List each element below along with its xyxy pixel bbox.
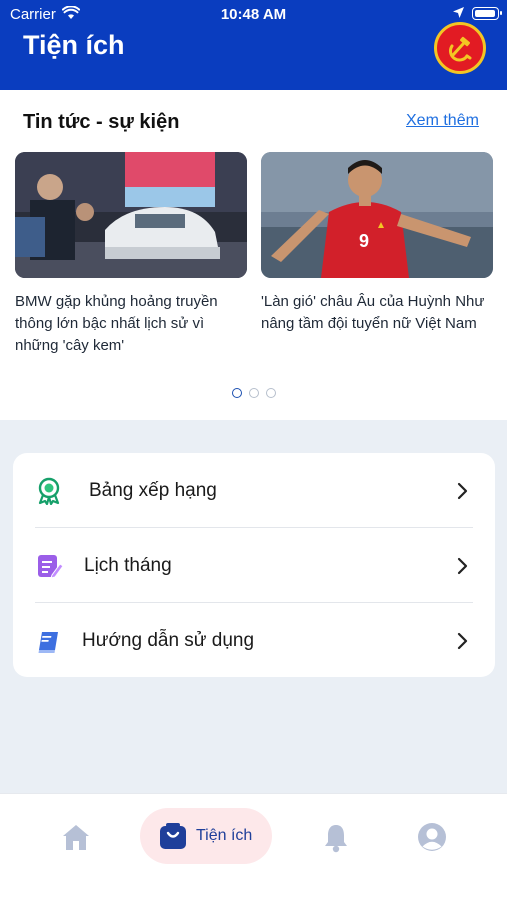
news-thumbnail <box>15 152 247 278</box>
see-more-link[interactable]: Xem thêm <box>406 112 479 130</box>
nav-tab-profile[interactable] <box>417 822 447 857</box>
news-caption: BMW gặp khủng hoảng truyền thông lớn bậc… <box>15 293 218 354</box>
user-icon <box>418 823 446 851</box>
news-card[interactable]: BMW gặp khủng hoảng truyền thông lớn bậc… <box>15 152 247 357</box>
menu-item-label: Lịch tháng <box>84 555 172 576</box>
news-card[interactable]: 9 'Làn gió' châu Âu của Huỳnh Như nâng t… <box>261 152 493 335</box>
bag-icon <box>160 823 186 849</box>
pager-dot[interactable] <box>231 388 242 398</box>
page-title: Tiện ích <box>23 30 125 60</box>
chevron-right-icon <box>451 480 473 502</box>
nav-tab-utilities[interactable]: Tiện ích <box>140 808 272 864</box>
status-bar: Carrier 10:48 AM <box>0 0 507 28</box>
clock: 10:48 AM <box>220 6 287 23</box>
calendar-edit-icon <box>35 552 64 580</box>
utilities-menu: Bảng xếp hạng Lịch tháng Hướng dẫn sử dụ… <box>13 453 495 677</box>
nav-tab-notifications[interactable] <box>322 822 350 859</box>
battery-icon <box>472 7 502 20</box>
pager-dot[interactable] <box>248 388 259 398</box>
location-arrow-icon <box>452 6 465 23</box>
book-icon <box>35 627 63 655</box>
menu-item-user-guide[interactable]: Hướng dẫn sử dụng <box>13 603 495 678</box>
menu-item-label: Bảng xếp hạng <box>89 480 217 501</box>
menu-item-label: Hướng dẫn sử dụng <box>82 630 255 651</box>
news-thumbnail: 9 <box>261 152 493 278</box>
award-badge-icon <box>35 477 63 506</box>
news-caption: 'Làn gió' châu Âu của Huỳnh Như nâng tầm… <box>261 293 485 332</box>
home-icon <box>63 825 89 850</box>
app-header: Carrier 10:48 AM Tiện ích <box>0 0 507 90</box>
carousel-pager <box>0 388 507 398</box>
menu-item-ranking[interactable]: Bảng xếp hạng <box>13 453 495 528</box>
bell-icon <box>325 825 347 853</box>
pager-dot[interactable] <box>265 388 276 398</box>
chevron-right-icon <box>451 630 473 652</box>
bottom-navigation: Tiện ích <box>0 793 507 900</box>
nav-tab-home[interactable] <box>60 822 92 857</box>
menu-item-monthly-calendar[interactable]: Lịch tháng <box>13 528 495 603</box>
nav-tab-label: Tiện ích <box>196 827 253 844</box>
svg-text:9: 9 <box>359 231 369 251</box>
news-section: Tin tức - sự kiện Xem thêm BMW gặp khủng… <box>0 90 507 420</box>
chevron-right-icon <box>451 555 473 577</box>
news-section-title: Tin tức - sự kiện <box>23 111 180 133</box>
hammer-sickle-icon[interactable] <box>434 22 486 74</box>
